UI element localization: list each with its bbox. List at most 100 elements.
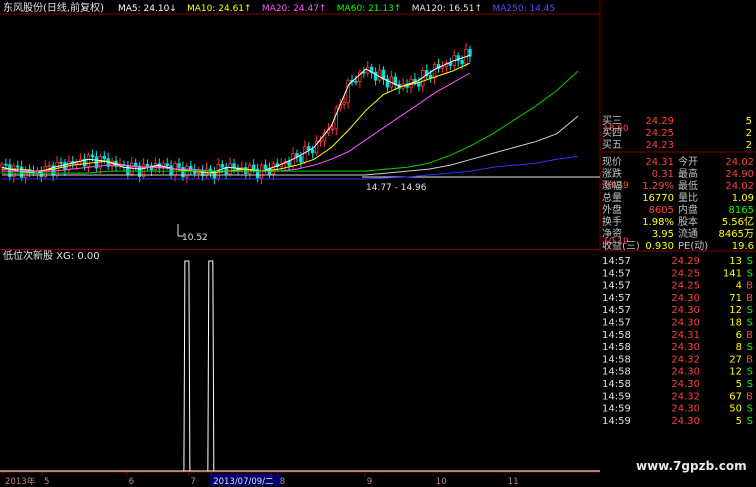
candle-body: [244, 167, 248, 174]
order-price: 24.23: [645, 140, 674, 151]
stat-label: PE(动): [678, 240, 708, 252]
tick-side: S: [747, 305, 753, 316]
tick-volume: 71: [729, 293, 742, 304]
ma-legend-item: MA5: 24.10↓: [118, 4, 177, 14]
candle-body: [90, 154, 95, 158]
tick-volume: 6: [736, 330, 742, 341]
tick-price: 24.31: [671, 330, 700, 341]
order-label: 买三: [602, 115, 622, 127]
date-label: 8: [280, 477, 285, 487]
range-annotation: 14.77 - 14.96: [366, 183, 427, 193]
candle-body: [271, 163, 276, 175]
tick-volume: 5: [736, 416, 742, 427]
tick-time: 14:57: [602, 268, 631, 279]
stat-label: 今开: [678, 155, 698, 168]
xg-signal-spike: [183, 260, 191, 473]
candle-body: [220, 164, 224, 168]
date-label: 5: [44, 477, 49, 487]
tick-price: 24.29: [671, 256, 700, 267]
stat-label: 涨跌: [602, 167, 622, 180]
tick-price: 24.30: [671, 379, 700, 390]
tick-time: 14:58: [602, 330, 631, 341]
order-price: 24.29: [645, 116, 674, 127]
tick-side: B: [746, 281, 753, 292]
tick-volume: 5: [736, 379, 742, 390]
stat-value: 1.09: [732, 193, 754, 204]
candle-body: [165, 163, 169, 167]
stat-label: 流通: [678, 227, 698, 240]
tick-side: S: [747, 379, 753, 390]
tick-side: B: [746, 293, 753, 304]
tick-time: 14:59: [602, 391, 631, 402]
tick-time: 14:58: [602, 354, 631, 365]
tick-time: 14:57: [602, 318, 631, 329]
stat-label: 最低: [678, 179, 698, 192]
low-annotation: 10.52: [182, 233, 208, 243]
tick-volume: 27: [729, 354, 742, 365]
tick-time: 14:59: [602, 404, 631, 415]
candle-body: [310, 149, 315, 154]
date-label: 6: [129, 477, 134, 487]
candle-body: [428, 74, 433, 79]
tick-price: 24.32: [671, 391, 700, 402]
tick-time: 14:57: [602, 281, 631, 292]
stat-value: 24.02: [725, 157, 754, 168]
ma-legend-item: MA250: 14.45: [493, 4, 556, 14]
stat-value: 19.6: [732, 241, 754, 252]
order-label: 买四: [602, 127, 622, 139]
stat-value: 8465万: [719, 229, 754, 240]
quote-panel: 买三 24.29 5 买四 24.25 2 买五 24.23 2 现价 24.31 今开 24.02 涨…: [600, 115, 756, 427]
stat-value: 16770: [642, 193, 674, 204]
tick-price: 24.30: [671, 367, 700, 378]
date-axis: 2013年 5 6 7 2013/07/09/二 8 9 10 11: [2, 472, 519, 487]
indicator-chart[interactable]: 低位次新股 XG: 0.00 1.000.900.800.700.600.500…: [0, 250, 600, 487]
stat-label: 内盘: [678, 203, 698, 216]
candle-body: [126, 165, 130, 175]
candle-body: [251, 164, 256, 170]
candle-body: [86, 154, 91, 167]
stat-value: 24.31: [645, 157, 674, 168]
tick-price: 24.30: [671, 404, 700, 415]
tick-volume: 8: [736, 342, 742, 353]
tick-side: S: [747, 416, 753, 427]
candle-body: [346, 79, 350, 103]
order-qty: 2: [746, 140, 752, 151]
candle-body: [145, 163, 150, 167]
candle-body: [342, 101, 346, 105]
tick-side: S: [747, 404, 753, 415]
tick-volume: 12: [729, 367, 742, 378]
indicator-title: 低位次新股 XG: 0.00: [3, 250, 100, 262]
stat-value: 8605: [649, 205, 674, 216]
tick-price: 24.25: [671, 268, 700, 279]
tick-side: B: [746, 330, 753, 341]
candle-body: [169, 165, 173, 176]
candle-body: [263, 164, 268, 170]
tick-price: 24.30: [671, 318, 700, 329]
candle-body: [299, 156, 303, 163]
stat-label: 股本: [678, 215, 698, 228]
tick-side: S: [747, 367, 753, 378]
candle-body: [381, 69, 386, 80]
tick-price: 24.30: [671, 342, 700, 353]
order-qty: 5: [746, 116, 752, 127]
candle-body: [354, 81, 358, 83]
candle-body: [448, 62, 453, 66]
candle-body: [330, 128, 335, 131]
stat-label: 涨幅: [602, 179, 622, 192]
date-label: 9: [367, 477, 372, 487]
stat-value: 1.98%: [642, 217, 674, 228]
stat-label: 收益(三): [602, 239, 640, 252]
candle-body: [307, 146, 311, 151]
ma-line-ma10: [2, 62, 471, 174]
stat-label: 外盘: [602, 203, 622, 216]
stats-table: 现价 24.31 今开 24.02 涨跌 0.31 最高 24.90 涨幅 1.29% 最低 24.0…: [602, 155, 754, 252]
tick-time: 14:58: [602, 379, 631, 390]
tick-price: 24.25: [671, 281, 700, 292]
tick-volume: 12: [729, 305, 742, 316]
stat-label: 最高: [678, 167, 698, 180]
stat-value: 8165: [729, 205, 754, 216]
date-label: 11: [508, 477, 519, 487]
candle-body: [0, 163, 4, 168]
stat-label: 量比: [678, 192, 698, 204]
candle-body: [134, 162, 138, 167]
